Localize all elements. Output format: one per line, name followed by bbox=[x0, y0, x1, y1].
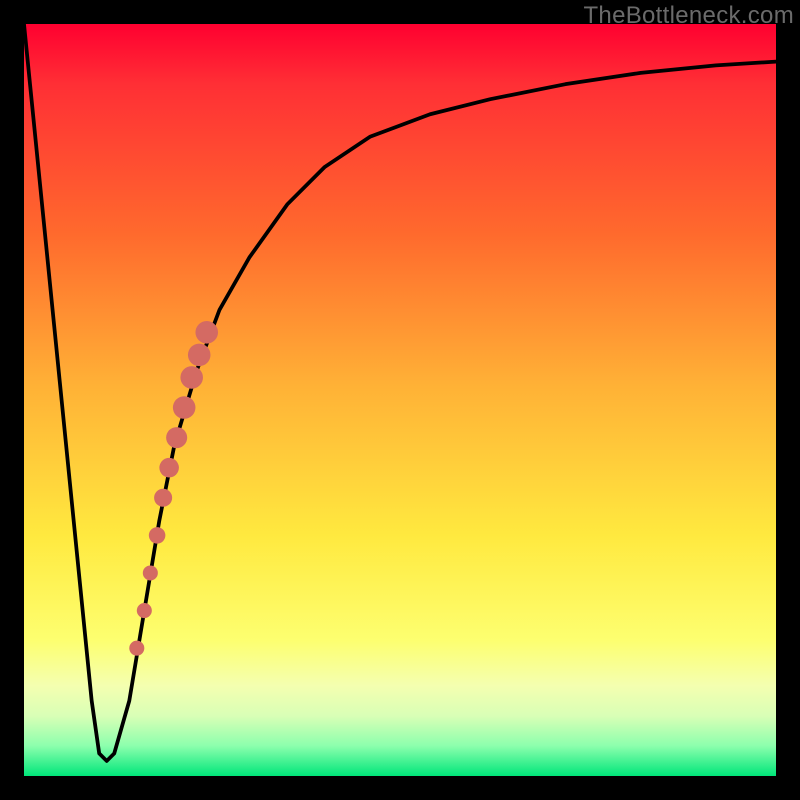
highlight-marker bbox=[173, 396, 196, 419]
highlight-marker bbox=[180, 366, 203, 389]
highlight-marker bbox=[154, 489, 172, 507]
highlight-marker bbox=[137, 603, 152, 618]
highlight-marker bbox=[143, 565, 158, 580]
highlight-marker bbox=[149, 527, 166, 544]
highlight-marker bbox=[129, 641, 144, 656]
highlight-marker bbox=[159, 458, 179, 478]
plot-area bbox=[24, 24, 776, 776]
highlight-marker bbox=[195, 321, 218, 344]
curve-svg bbox=[24, 24, 776, 776]
chart-frame: TheBottleneck.com bbox=[0, 0, 800, 800]
highlight-marker bbox=[166, 427, 187, 448]
highlight-marker bbox=[188, 344, 211, 367]
highlight-markers bbox=[129, 321, 218, 656]
